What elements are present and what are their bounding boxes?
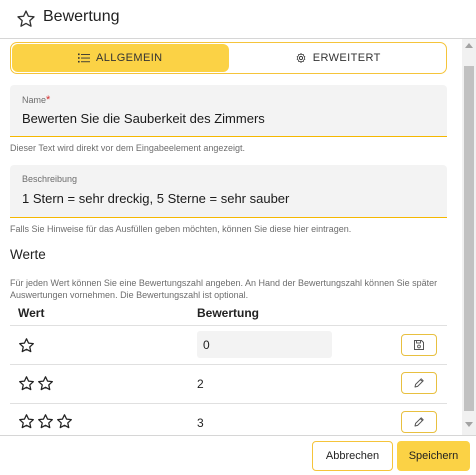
table-row-2-stars: [18, 375, 54, 392]
values-section-title: Werte: [10, 247, 46, 262]
dialog-title: Bewertung: [43, 8, 120, 25]
description-field-value[interactable]: 1 Stern = sehr dreckig, 5 Sterne = sehr …: [22, 191, 289, 206]
star-outline-icon: [38, 376, 53, 391]
name-field-value[interactable]: Bewerten Sie die Sauberkeit des Zimmers: [22, 111, 265, 126]
save-icon: [414, 340, 424, 350]
tab-erweitert-label: ERWEITERT: [312, 52, 381, 64]
row-1-divider: [10, 364, 447, 365]
required-marker: *: [46, 94, 51, 106]
column-header-bewertung: Bewertung: [197, 306, 260, 320]
dialog-header: Bewertung: [0, 0, 476, 38]
star-outline-icon: [17, 10, 35, 27]
description-field-hint: Falls Sie Hinweise für das Ausfüllen geb…: [10, 224, 352, 234]
dialog-content[interactable]: ALLGEMEIN ERWEITERT Name* Bewerten Sie d…: [0, 39, 462, 435]
column-header-wert: Wert: [18, 306, 45, 320]
star-outline-icon: [19, 338, 34, 353]
pencil-icon: [414, 417, 424, 427]
star-outline-icon: [19, 376, 34, 391]
name-field-label: Name*: [22, 94, 51, 106]
rating-input-row-1[interactable]: 0: [197, 331, 332, 358]
header-row-divider: [10, 325, 447, 326]
star-outline-icon: [19, 414, 34, 429]
row-2-divider: [10, 403, 447, 404]
vertical-scrollbar[interactable]: [462, 39, 476, 435]
tab-bar: ALLGEMEIN ERWEITERT: [10, 42, 447, 74]
save-button[interactable]: Speichern: [397, 441, 470, 471]
values-section-description: Für jeden Wert können Sie eine Bewertung…: [10, 278, 438, 300]
footer-divider: [0, 435, 476, 436]
rating-value-row-3: 3: [197, 416, 204, 430]
tab-allgemein-label: ALLGEMEIN: [95, 52, 163, 64]
scrollbar-thumb[interactable]: [464, 66, 474, 411]
cancel-button[interactable]: Abbrechen: [312, 441, 393, 471]
star-outline-icon: [38, 414, 53, 429]
scroll-up-arrow-icon[interactable]: [465, 43, 473, 48]
edit-row-button[interactable]: [401, 411, 437, 433]
pencil-icon: [414, 378, 424, 388]
table-row-1-stars: [18, 337, 35, 354]
star-outline-icon: [57, 414, 72, 429]
name-field-hint: Dieser Text wird direkt vor dem Eingabee…: [10, 143, 245, 153]
save-row-button[interactable]: [401, 334, 437, 356]
gear-icon: [296, 53, 306, 63]
name-field[interactable]: Name* Bewerten Sie die Sauberkeit des Zi…: [10, 85, 447, 137]
tab-erweitert[interactable]: ERWEITERT: [230, 43, 447, 73]
description-field-label: Beschreibung: [22, 174, 78, 184]
table-row-3-stars: [18, 413, 73, 430]
edit-row-button[interactable]: [401, 372, 437, 394]
tab-allgemein[interactable]: ALLGEMEIN: [12, 44, 229, 72]
list-icon: [77, 53, 90, 63]
scroll-down-arrow-icon[interactable]: [465, 422, 473, 427]
description-field[interactable]: Beschreibung 1 Stern = sehr dreckig, 5 S…: [10, 165, 447, 218]
rating-value-row-2: 2: [197, 377, 204, 391]
